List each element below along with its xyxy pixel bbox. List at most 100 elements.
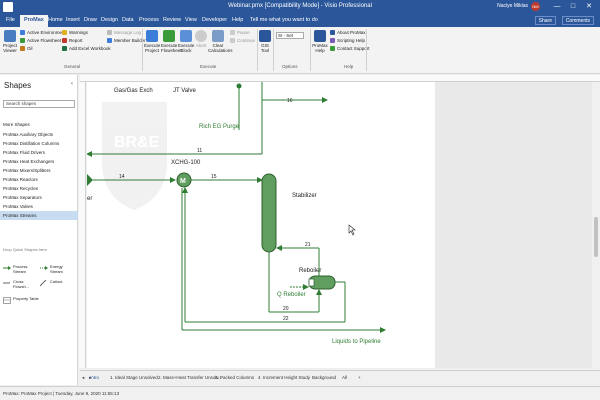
tab-draw[interactable]: Draw — [84, 17, 97, 23]
scripting-help-button[interactable]: Scripting Help — [330, 38, 365, 43]
support-icon — [330, 46, 335, 51]
process-stream-master[interactable]: Process Stream — [3, 264, 39, 274]
stream-16-label: 16 — [287, 98, 293, 104]
tab-data[interactable]: Data — [122, 17, 134, 23]
active-environment-button[interactable]: Active Environment — [20, 30, 66, 35]
member-builder-button[interactable]: Member Builder — [107, 38, 146, 43]
tab-home[interactable]: Home — [48, 17, 63, 23]
shapes-panel: Shapes ‹ Search shapes More Shapes ProMa… — [0, 75, 78, 385]
pause-icon — [230, 30, 235, 35]
abort-button[interactable]: Abort — [195, 30, 207, 48]
oil-icon — [20, 46, 25, 51]
warning-icon — [62, 30, 67, 35]
tab-help[interactable]: Help — [232, 17, 243, 23]
execute-group-label: Execute — [200, 64, 217, 69]
scrollbar-thumb[interactable] — [594, 217, 598, 257]
tab-insert[interactable]: Insert — [66, 17, 80, 23]
tab-review[interactable]: Review — [163, 17, 181, 23]
vertical-ruler — [79, 82, 86, 368]
close-button[interactable]: ✕ — [584, 2, 594, 12]
tab-file[interactable]: File — [6, 17, 15, 23]
stencil-item-selected[interactable]: ProMax Streams — [0, 211, 78, 220]
more-shapes-button[interactable]: More Shapes — [3, 122, 30, 127]
promax-help-button[interactable]: ProMax Help — [312, 30, 328, 53]
page-tab[interactable]: 4. Increment Height Study — [258, 375, 310, 380]
comments-button[interactable]: Comments — [561, 16, 594, 25]
tab-developer[interactable]: Developer — [202, 17, 227, 23]
active-flowsheet-button[interactable]: Active Flowsheet — [20, 38, 61, 43]
page-tab-all[interactable]: All — [342, 375, 347, 380]
report-button[interactable]: Report — [62, 38, 83, 43]
scripting-icon — [330, 38, 335, 43]
tab-promax[interactable]: ProMax — [20, 15, 48, 27]
clear-calculations-button[interactable]: Clear Calculations — [208, 30, 233, 53]
stencil-item[interactable]: ProMax Auxiliary Objects — [0, 130, 78, 139]
callout-icon — [40, 280, 47, 286]
info-icon — [330, 30, 335, 35]
stencil-item[interactable]: ProMax Distillation Columns — [0, 139, 78, 148]
page-tab-intro[interactable]: Intro — [90, 375, 99, 380]
warnings-button[interactable]: Warnings — [62, 30, 88, 35]
share-button[interactable]: Share — [534, 16, 556, 25]
search-shapes-input[interactable]: Search shapes — [3, 100, 75, 108]
execute-project-button[interactable]: Execute Project — [144, 30, 160, 53]
execute-block-button[interactable]: Execute Block — [178, 30, 194, 53]
oil-button[interactable]: Oil — [20, 46, 33, 51]
stencil-item[interactable]: ProMax Recycles — [0, 184, 78, 193]
project-viewer-button[interactable]: Project Viewer — [2, 30, 18, 53]
message-log-button[interactable]: Message Log — [107, 30, 141, 35]
add-page-icon[interactable]: + — [358, 375, 361, 380]
tell-me-search[interactable]: Tell me what you want to do — [250, 17, 318, 23]
message-log-icon — [107, 30, 112, 35]
stencil-item[interactable]: ProMax Separators — [0, 193, 78, 202]
page-tab-prev-icon[interactable]: ◂ — [82, 375, 84, 381]
tab-design[interactable]: Design — [101, 17, 118, 23]
stencil-item[interactable]: ProMax Fluid Drivers — [0, 148, 78, 157]
options-group-label: Options — [282, 64, 298, 69]
user-name[interactable]: Naciye Miklas — [497, 3, 528, 9]
cut-off-label: er — [87, 196, 92, 202]
help-group-label: Help — [344, 64, 354, 69]
cross-flowsheet-master[interactable]: Cross Flowsh... — [3, 279, 39, 289]
feed-node-icon[interactable] — [87, 174, 93, 186]
property-table-master[interactable]: Property Table — [3, 296, 39, 304]
group-divider — [273, 29, 274, 71]
continue-button[interactable]: Continue — [230, 38, 255, 43]
environment-icon — [20, 30, 25, 35]
mouse-cursor-icon — [348, 224, 356, 236]
stencil-item[interactable]: ProMax Reactors — [0, 175, 78, 184]
tab-process[interactable]: Process — [139, 17, 159, 23]
contact-support-button[interactable]: Contact Support — [330, 46, 370, 51]
about-promax-button[interactable]: About ProMax — [330, 30, 366, 35]
stencil-item[interactable]: ProMax Valves — [0, 202, 78, 211]
pause-button[interactable]: Pause — [230, 30, 250, 35]
page-tab[interactable]: 2. Mass+Heat Transfer Unsolv... — [158, 375, 222, 380]
add-excel-workbook-button[interactable]: Add Excel Workbook — [62, 46, 111, 51]
vertical-scrollbar[interactable] — [592, 82, 600, 368]
energy-stream-master[interactable]: Energy Stream — [40, 264, 76, 274]
group-divider — [366, 29, 367, 71]
maximize-button[interactable]: □ — [568, 2, 578, 12]
drop-quick-shapes-hint: Drop Quick Shapes here — [3, 247, 47, 252]
unit-set-select[interactable]: SI - Set — [276, 32, 304, 39]
stencil-item[interactable]: ProMax Heat Exchangers — [0, 157, 78, 166]
liquids-to-pipeline-label: Liquids to Pipeline — [332, 339, 381, 345]
tab-view[interactable]: View — [185, 17, 197, 23]
gis-tool-button[interactable]: GIS Tool — [259, 30, 271, 53]
stabilizer-column[interactable] — [261, 173, 277, 253]
execute-flowsheet-button[interactable]: Execute Flowsheet — [161, 30, 182, 53]
page-tab[interactable]: 3. Packed Columns — [215, 375, 254, 380]
stabilizer-label: Stabilizer — [292, 193, 317, 199]
minimize-button[interactable]: — — [552, 2, 562, 12]
jt-valve-node[interactable] — [236, 83, 242, 89]
collapse-panel-icon[interactable]: ‹ — [71, 81, 73, 87]
drawing-canvas[interactable]: BR&E 16 Rich EG Purge 11 Gas/Gas Exch JT… — [87, 82, 592, 368]
callout-master[interactable]: Callout — [40, 279, 76, 286]
user-avatar[interactable]: NM — [531, 2, 540, 11]
page-tab[interactable]: Background — [312, 375, 336, 380]
drawing-page[interactable]: BR&E 16 Rich EG Purge 11 Gas/Gas Exch JT… — [87, 82, 435, 368]
page-tab[interactable]: 1. Ideal Stage Unsolved — [110, 375, 158, 380]
stencil-item[interactable]: ProMax Mixers/Splitters — [0, 166, 78, 175]
stream-15-label: 15 — [211, 174, 217, 180]
help-icon — [314, 30, 326, 42]
